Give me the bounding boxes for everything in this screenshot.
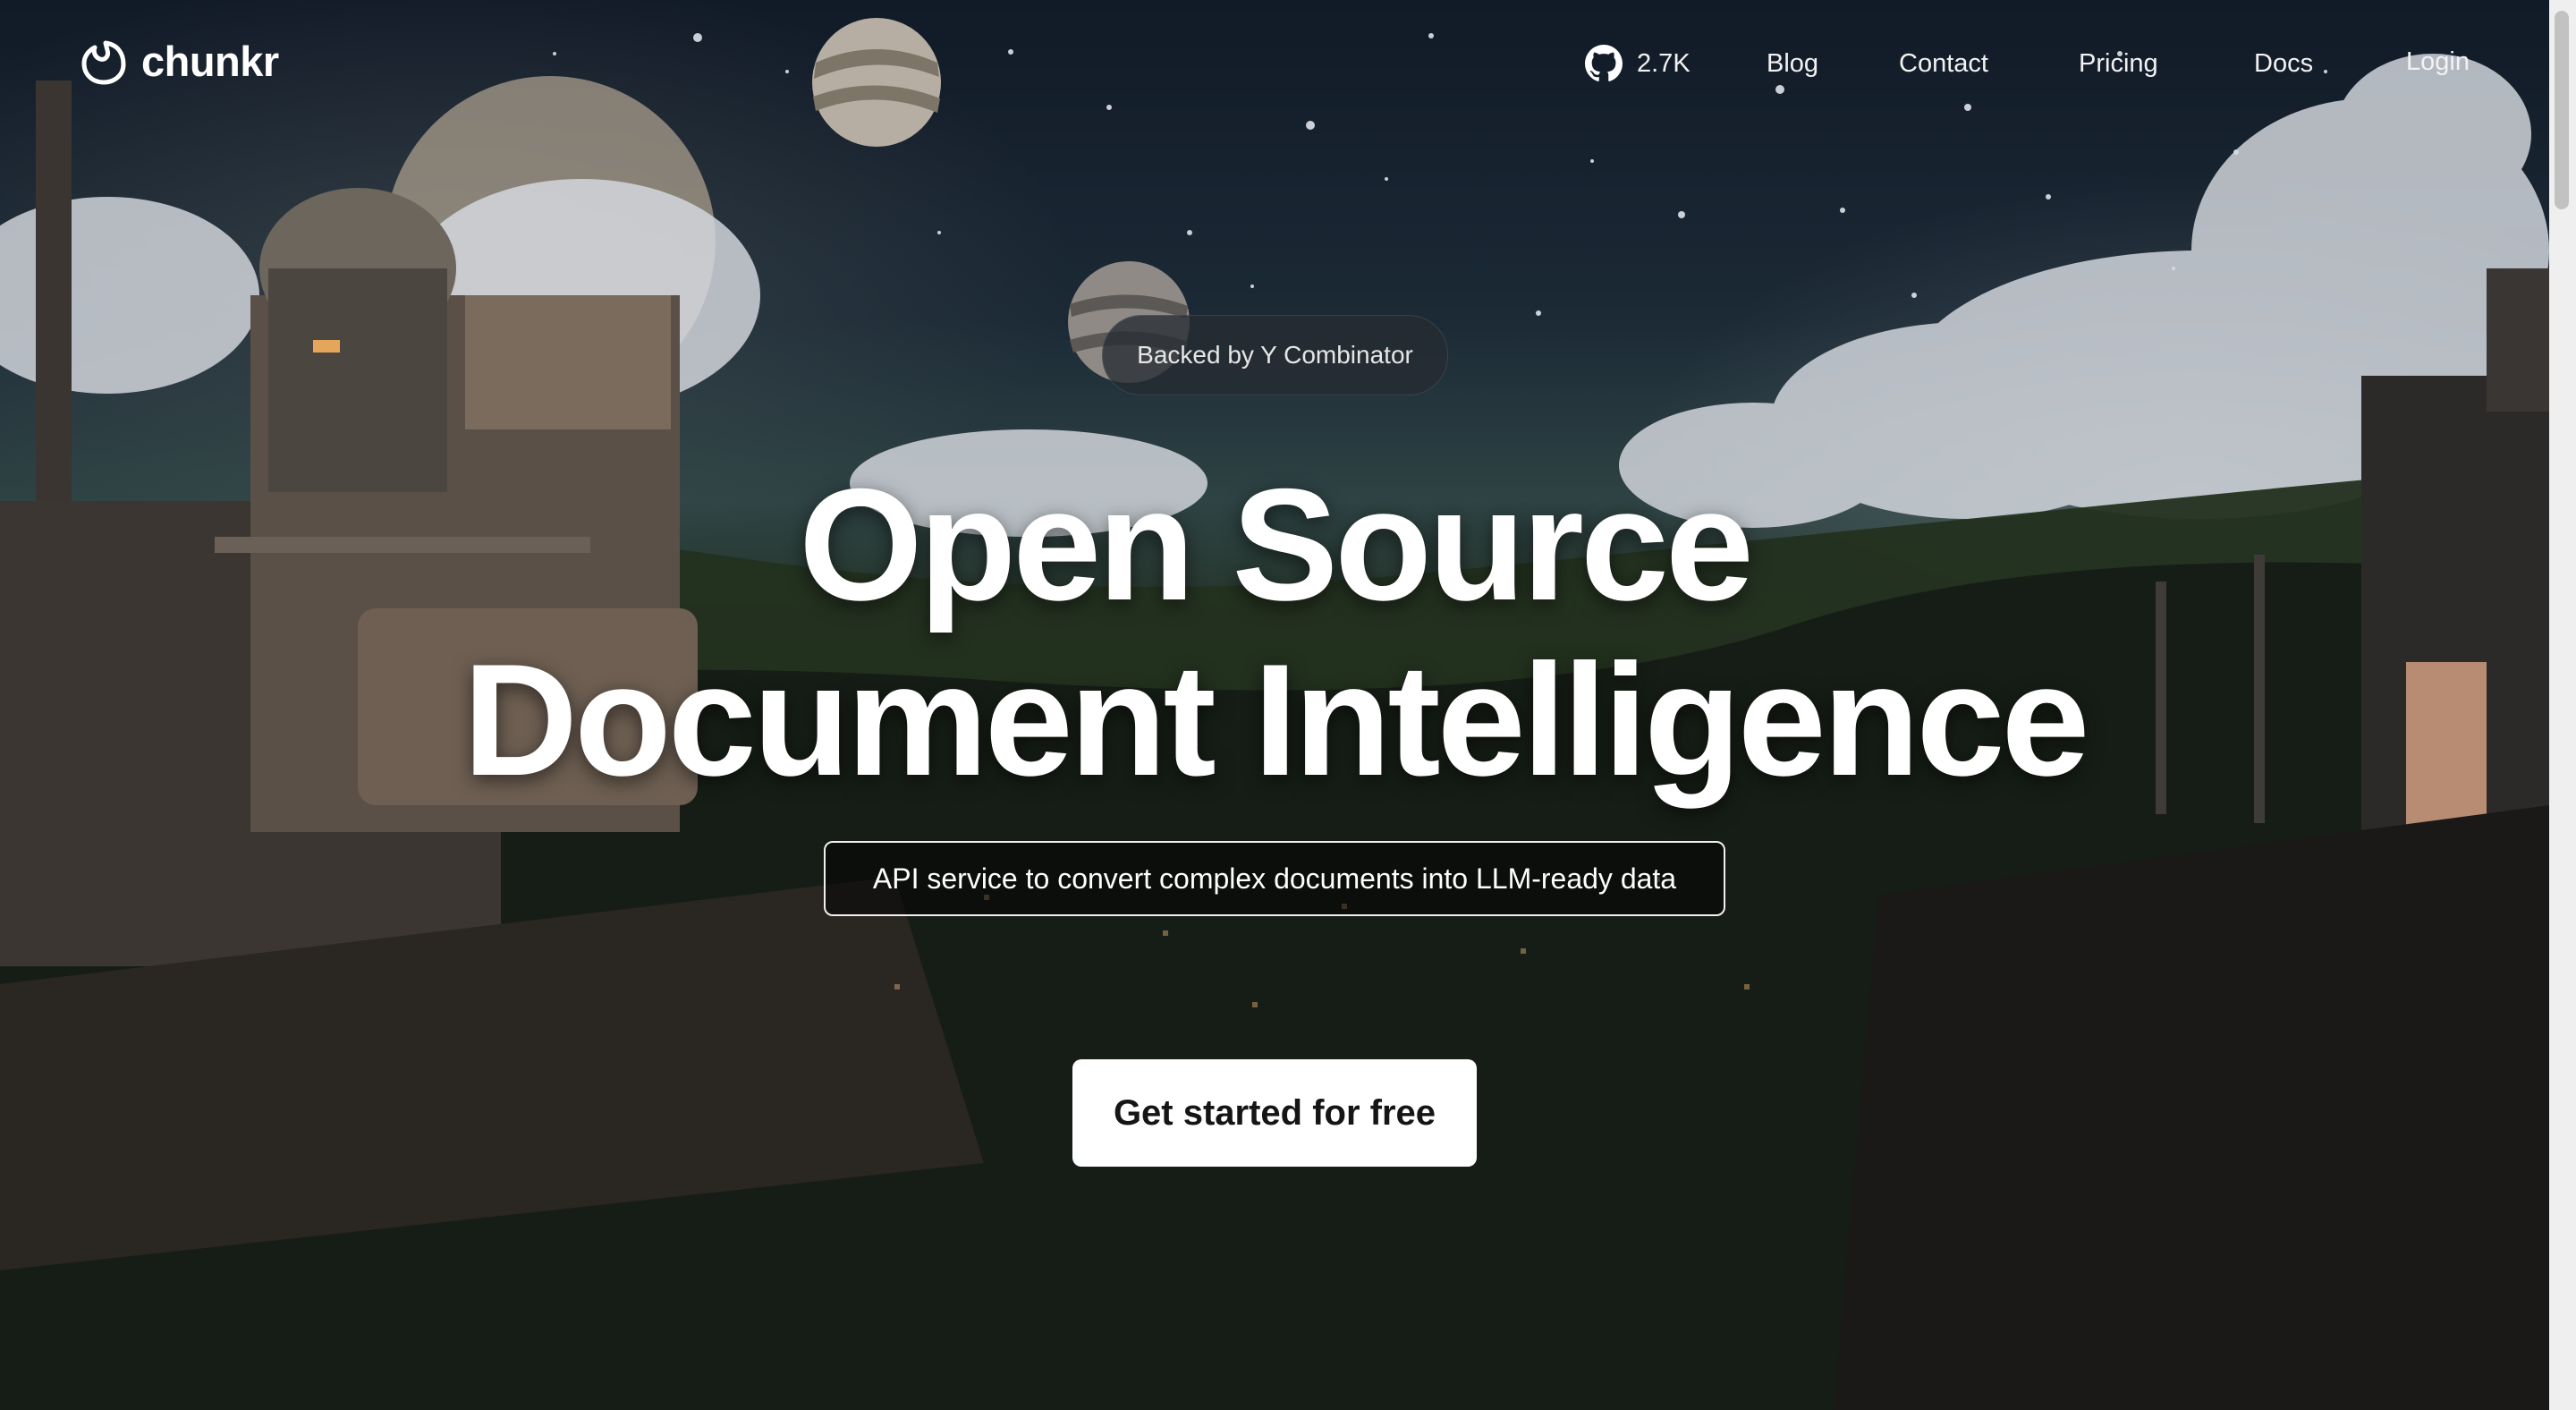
headline-line-1: Open Source (799, 455, 1754, 633)
get-started-button[interactable]: Get started for free (1072, 1059, 1477, 1167)
nav-link-login[interactable]: Login (2406, 47, 2470, 77)
chunkr-logo-icon (81, 40, 126, 85)
github-icon (1585, 45, 1623, 81)
page-scrollbar[interactable] (2549, 0, 2576, 1410)
brand-name: chunkr (141, 37, 279, 85)
hero-subtitle: API service to convert complex documents… (824, 841, 1725, 916)
headline-line-2: Document Intelligence (462, 631, 2090, 809)
brand-logo-link[interactable]: chunkr (79, 36, 279, 86)
github-star-count: 2.7K (1637, 48, 1690, 78)
github-stars-link[interactable]: 2.7K (1585, 45, 1690, 82)
nav-link-contact[interactable]: Contact (1899, 49, 1988, 79)
nav-link-blog[interactable]: Blog (1767, 49, 1818, 79)
scrollbar-thumb[interactable] (2555, 11, 2569, 209)
nav-link-docs[interactable]: Docs (2254, 49, 2313, 79)
nav-link-pricing[interactable]: Pricing (2079, 49, 2158, 79)
yc-badge: Backed by Y Combinator (1102, 315, 1448, 395)
